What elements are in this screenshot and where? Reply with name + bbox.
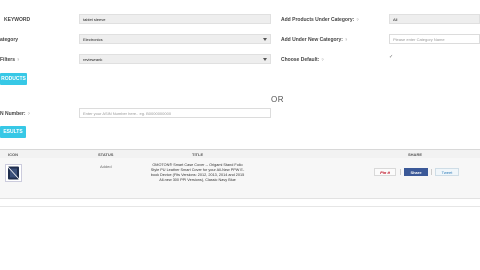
help-icon[interactable]: ? [28,111,30,116]
add-new-category-label: Add Under New Category:? [281,37,348,43]
help-icon[interactable]: ? [321,57,323,62]
filters-label: Filters? [0,57,20,63]
add-under-category-value: All [393,16,398,22]
keyword-label: KEYWORD [4,17,31,23]
column-header-title: TITLE [192,152,204,157]
column-header-icon: ICON [8,152,18,157]
choose-default-checkbox[interactable]: ✓ [389,54,393,60]
help-icon[interactable]: ? [356,17,358,22]
product-title: OMOTON® Smart Case Cover -- Origami Stan… [150,163,245,182]
help-icon[interactable]: ? [345,37,347,42]
filters-value: reviewrank [83,56,103,62]
or-divider: OR [271,95,284,104]
add-under-category-select[interactable]: All [389,14,480,24]
add-under-category-label: Add Products Under Category:? [281,17,359,23]
column-header-share: SHARE [408,152,423,157]
facebook-share-button[interactable]: Share [404,168,428,176]
new-category-placeholder: Please enter Category Name [393,36,445,42]
asin-input[interactable]: Enter your ASIN Number here.. eg. B00000… [79,108,271,118]
tablet-icon [7,166,20,180]
category-select[interactable]: Electronics [79,34,271,44]
status-text: Added [100,164,112,169]
category-value: Electronics [83,36,103,42]
filters-select[interactable]: reviewrank [79,54,271,64]
divider [0,206,480,207]
product-thumbnail [5,164,22,182]
category-label: ategory [0,37,19,43]
asin-placeholder: Enter your ASIN Number here.. eg. B00000… [83,110,172,116]
twitter-tweet-button[interactable]: Tweet [435,168,459,176]
new-category-input[interactable]: Please enter Category Name [389,34,480,44]
pinterest-button[interactable]: Pin it [374,168,396,176]
chevron-down-icon [263,57,267,61]
chevron-down-icon [263,37,267,41]
help-icon[interactable]: ? [17,57,19,62]
share-separator [400,169,401,175]
column-header-status: STATUS [98,152,114,157]
search-products-button[interactable]: RODUCTS [0,73,27,85]
keyword-input[interactable]: tablet sleeve [79,14,271,24]
choose-default-label: Choose Default:? [281,57,324,63]
keyword-value: tablet sleeve [83,16,106,22]
share-separator [431,169,432,175]
search-results-button[interactable]: ESULTS [0,126,26,138]
asin-label: N Number:? [0,111,30,117]
